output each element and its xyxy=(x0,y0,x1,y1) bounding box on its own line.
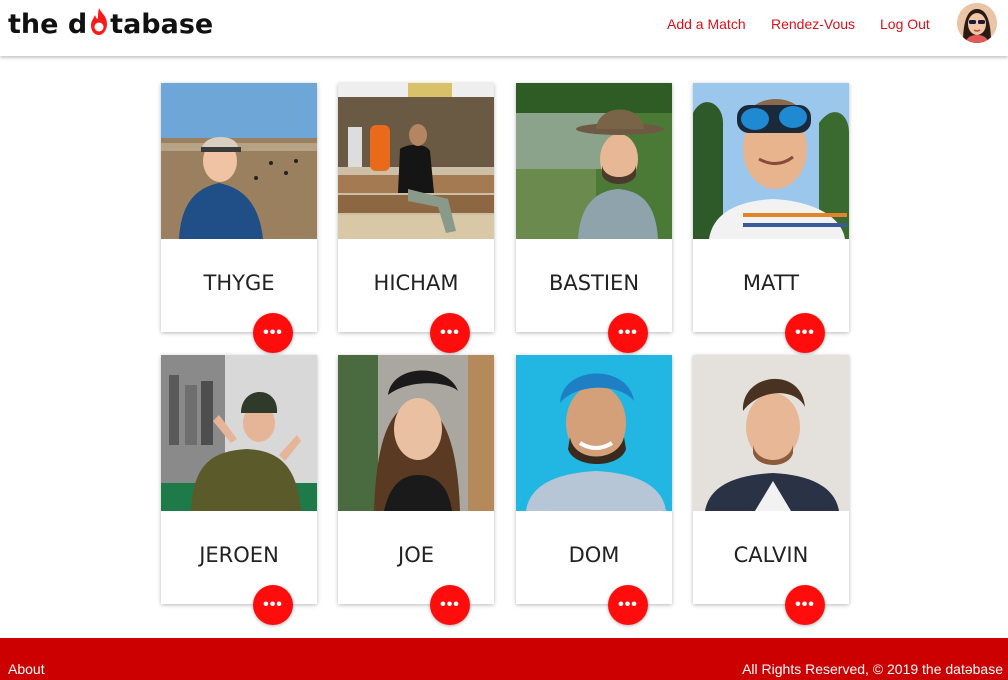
logo[interactable]: the d tabase xyxy=(8,6,213,42)
match-photo xyxy=(161,355,317,511)
match-photo xyxy=(338,83,494,239)
match-name: BASTIEN xyxy=(548,271,640,295)
match-card[interactable]: CALVIN ••• xyxy=(693,355,849,625)
flame-icon xyxy=(88,7,110,37)
match-name: JEROEN xyxy=(199,543,279,567)
match-name: MATT xyxy=(742,271,800,295)
nav-logout[interactable]: Log Out xyxy=(880,16,930,32)
more-options-button[interactable]: ••• xyxy=(253,585,293,625)
match-photo xyxy=(338,355,494,511)
match-card[interactable]: THYGE ••• xyxy=(161,83,317,353)
match-name: THYGE xyxy=(203,271,275,295)
match-photo xyxy=(516,83,672,239)
more-options-button[interactable]: ••• xyxy=(430,585,470,625)
match-name: CALVIN xyxy=(733,543,809,567)
footer-copyright: All Rights Reserved, © 2019 the datəbase xyxy=(742,661,1003,677)
more-options-button[interactable]: ••• xyxy=(253,313,293,353)
nav-rendezvous[interactable]: Rendez-Vous xyxy=(771,16,855,32)
match-photo xyxy=(161,83,317,239)
logo-text-suffix: tabase xyxy=(110,8,214,40)
nav-add-match[interactable]: Add a Match xyxy=(667,16,746,32)
user-avatar[interactable] xyxy=(957,3,997,43)
match-card[interactable]: JOE ••• xyxy=(338,355,494,625)
more-options-button[interactable]: ••• xyxy=(785,313,825,353)
match-photo xyxy=(516,355,672,511)
top-navbar: the d tabase Add a Match Rendez-Vous Log… xyxy=(0,0,1008,56)
more-options-button[interactable]: ••• xyxy=(608,585,648,625)
match-photo xyxy=(693,355,849,511)
logo-text-prefix: the d xyxy=(8,8,88,40)
footer-about-link[interactable]: About xyxy=(8,661,45,677)
match-card[interactable]: BASTIEN ••• xyxy=(516,83,672,353)
match-photo xyxy=(693,83,849,239)
more-options-button[interactable]: ••• xyxy=(430,313,470,353)
match-card[interactable]: JEROEN ••• xyxy=(161,355,317,625)
match-name: JOE xyxy=(398,543,434,567)
match-card[interactable]: DOM ••• xyxy=(516,355,672,625)
more-options-button[interactable]: ••• xyxy=(785,585,825,625)
match-name: DOM xyxy=(568,543,620,567)
more-options-button[interactable]: ••• xyxy=(608,313,648,353)
match-name: HICHAM xyxy=(373,271,459,295)
match-card[interactable]: MATT ••• xyxy=(693,83,849,353)
match-card[interactable]: HICHAM ••• xyxy=(338,83,494,353)
footer: About All Rights Reserved, © 2019 the da… xyxy=(0,638,1008,680)
